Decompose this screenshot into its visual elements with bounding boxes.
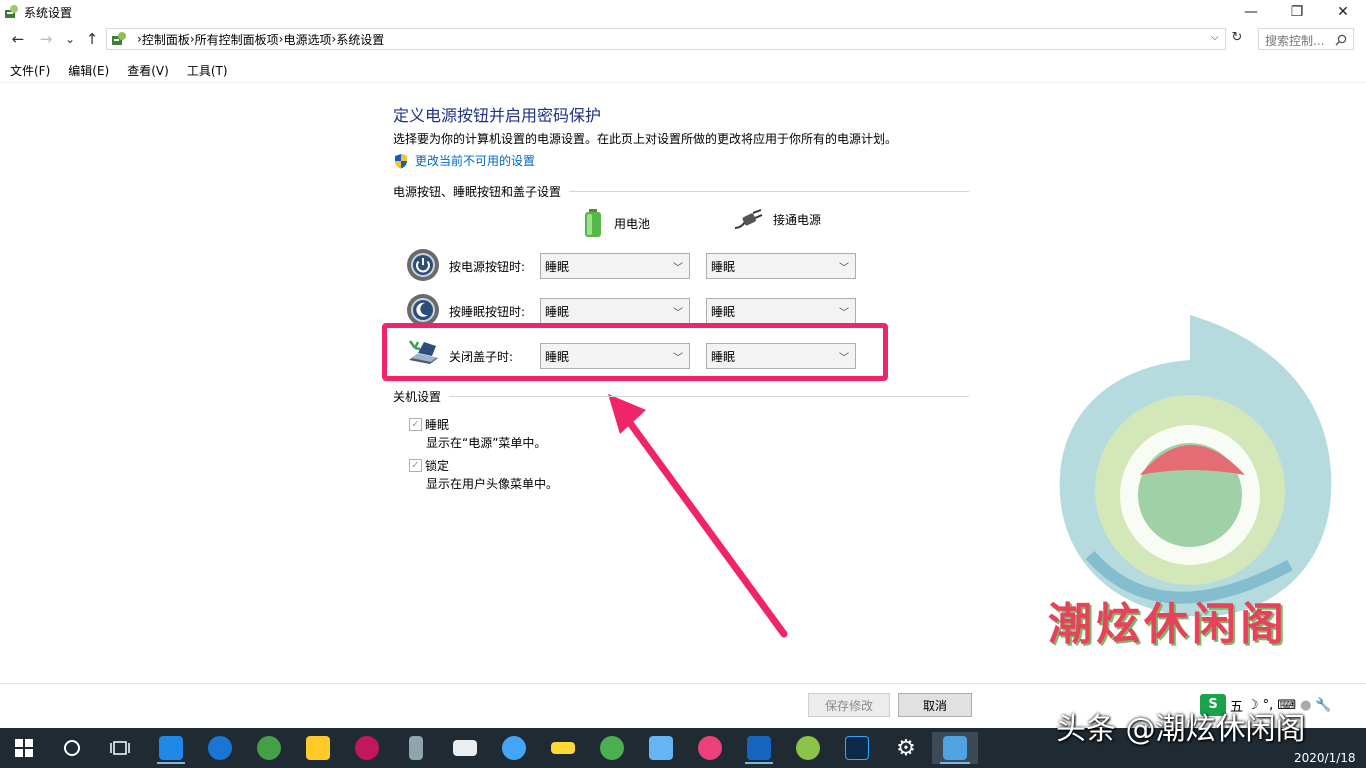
- sleep-button-icon: [407, 294, 439, 326]
- word-icon[interactable]: [739, 732, 779, 764]
- app-icon[interactable]: [396, 732, 436, 764]
- chevron-down-icon: ﹀: [673, 262, 683, 274]
- power-button-icon: [407, 249, 439, 281]
- minimize-button[interactable]: —: [1228, 0, 1274, 24]
- change-settings-link[interactable]: 更改当前不可用的设置: [393, 152, 535, 169]
- window-title: 系统设置: [24, 6, 73, 20]
- page-description: 选择要为你的计算机设置的电源设置。在此页上对设置所做的更改将应用于你所有的电源计…: [393, 132, 898, 146]
- close-button[interactable]: ✕: [1320, 0, 1366, 24]
- annotation-arrow: [608, 394, 788, 638]
- watermark-text: 潮炫休闲阁: [1048, 599, 1288, 650]
- sleep-button-label: 按睡眠按钮时:: [449, 305, 526, 319]
- divider: [449, 395, 969, 397]
- chevron-down-icon: ﹀: [839, 307, 849, 319]
- wechat-icon[interactable]: [592, 732, 632, 764]
- select-value: 睡眠: [545, 259, 570, 274]
- search-input[interactable]: 搜索控制...: [1258, 28, 1354, 50]
- column-label: 接通电源: [773, 212, 822, 227]
- up-button[interactable]: ↑: [82, 30, 102, 48]
- toutiao-overlay: 头条 @潮炫休闲阁: [1056, 712, 1306, 747]
- breadcrumb-item[interactable]: 电源选项: [283, 31, 331, 48]
- breadcrumb-item[interactable]: 控制面板: [142, 31, 190, 48]
- lock-checkbox-desc: 显示在用户头像菜单中。: [426, 477, 559, 491]
- task-view-icon[interactable]: [100, 732, 140, 764]
- menu-file[interactable]: 文件(F): [0, 60, 58, 80]
- sleep-checkbox-label: 睡眠: [425, 418, 450, 432]
- battery-icon: [585, 209, 601, 237]
- address-bar-row: ← → ⌄ ↑ › 控制面板 › 所有控制面板项 › 电源选项 › 系统设置 ⌵…: [0, 28, 1366, 50]
- select-value: 睡眠: [711, 304, 736, 319]
- title-bar: 系统设置 — ❐ ✕: [0, 0, 1366, 24]
- recent-locations-button[interactable]: ⌄: [60, 30, 80, 48]
- page-title: 定义电源按钮并启用密码保护: [393, 106, 602, 125]
- highlight-box: [382, 323, 888, 381]
- windows-start-icon[interactable]: [4, 732, 44, 764]
- address-dropdown-icon[interactable]: ⌵: [1211, 32, 1219, 43]
- mail-icon[interactable]: [445, 732, 485, 764]
- tray-date[interactable]: 2020/1/18: [1294, 751, 1356, 765]
- chevron-down-icon: ﹀: [839, 262, 849, 274]
- sleep-checkbox[interactable]: ✓: [409, 418, 422, 431]
- settings-icon[interactable]: ⚙: [886, 732, 926, 764]
- column-header-plugged: 接通电源: [733, 208, 821, 230]
- cancel-button[interactable]: 取消: [898, 693, 972, 717]
- refresh-icon[interactable]: ↻: [1228, 30, 1246, 48]
- app-icon[interactable]: [298, 732, 338, 764]
- menu-bar: 文件(F) 编辑(E) 查看(V) 工具(T): [0, 60, 236, 80]
- save-changes-button[interactable]: 保存修改: [808, 693, 890, 717]
- app-icon[interactable]: [788, 732, 828, 764]
- uac-shield-icon: [395, 153, 407, 168]
- search-placeholder: 搜索控制...: [1265, 34, 1325, 48]
- select-value: 睡眠: [711, 259, 736, 274]
- maximize-button[interactable]: ❐: [1274, 0, 1320, 24]
- lock-checkbox[interactable]: ✓: [409, 459, 422, 472]
- back-button[interactable]: ←: [8, 30, 28, 48]
- divider: [569, 190, 969, 192]
- sleep-button-plugged-select[interactable]: 睡眠 ﹀: [706, 298, 856, 324]
- app-icon[interactable]: [641, 732, 681, 764]
- select-value: 睡眠: [545, 304, 570, 319]
- photoshop-icon[interactable]: [837, 732, 877, 764]
- power-button-label: 按电源按钮时:: [449, 260, 526, 274]
- sleep-checkbox-desc: 显示在“电源”菜单中。: [426, 436, 547, 450]
- group-header-shutdown: 关机设置: [393, 389, 969, 404]
- breadcrumb-item[interactable]: 所有控制面板项: [195, 31, 279, 48]
- group-label: 电源按钮、睡眠按钮和盖子设置: [393, 184, 562, 199]
- app-icon[interactable]: [690, 732, 730, 764]
- sleep-button-battery-select[interactable]: 睡眠 ﹀: [540, 298, 690, 324]
- menu-edit[interactable]: 编辑(E): [58, 60, 117, 80]
- address-bar[interactable]: › 控制面板 › 所有控制面板项 › 电源选项 › 系统设置: [106, 28, 1226, 50]
- app-icon[interactable]: [347, 732, 387, 764]
- menu-tools[interactable]: 工具(T): [177, 60, 236, 80]
- group-label: 关机设置: [393, 389, 442, 404]
- control-panel-window: 系统设置 — ❐ ✕ ← → ⌄ ↑ › 控制面板 › 所有控制面板项 › 电源…: [0, 0, 1366, 728]
- search-icon: [1335, 34, 1347, 46]
- wrench-icon[interactable]: 🔧: [1315, 698, 1331, 713]
- change-settings-link-text: 更改当前不可用的设置: [415, 154, 536, 168]
- chevron-down-icon: ﹀: [673, 307, 683, 319]
- lock-checkbox-label: 锁定: [425, 459, 450, 473]
- column-header-battery: 用电池: [582, 208, 650, 238]
- power-button-battery-select[interactable]: 睡眠 ﹀: [540, 253, 690, 279]
- power-options-icon: [5, 5, 18, 18]
- menu-view[interactable]: 查看(V): [117, 60, 177, 80]
- group-header-buttons: 电源按钮、睡眠按钮和盖子设置: [393, 184, 969, 199]
- edge-icon[interactable]: [200, 732, 240, 764]
- maxthon-icon[interactable]: [151, 732, 191, 764]
- column-label: 用电池: [614, 216, 651, 231]
- app-icon[interactable]: [494, 732, 534, 764]
- divider: [0, 683, 1366, 684]
- breadcrumb-item[interactable]: 系统设置: [336, 31, 384, 48]
- power-plug-icon: [734, 209, 763, 229]
- browser-360-icon[interactable]: [249, 732, 289, 764]
- divider: [0, 82, 1366, 83]
- app-icon[interactable]: [543, 732, 583, 764]
- power-button-plugged-select[interactable]: 睡眠 ﹀: [706, 253, 856, 279]
- control-panel-icon[interactable]: [932, 732, 978, 764]
- cortana-icon[interactable]: [52, 732, 92, 764]
- control-panel-icon: [112, 32, 126, 45]
- forward-button[interactable]: →: [36, 30, 56, 48]
